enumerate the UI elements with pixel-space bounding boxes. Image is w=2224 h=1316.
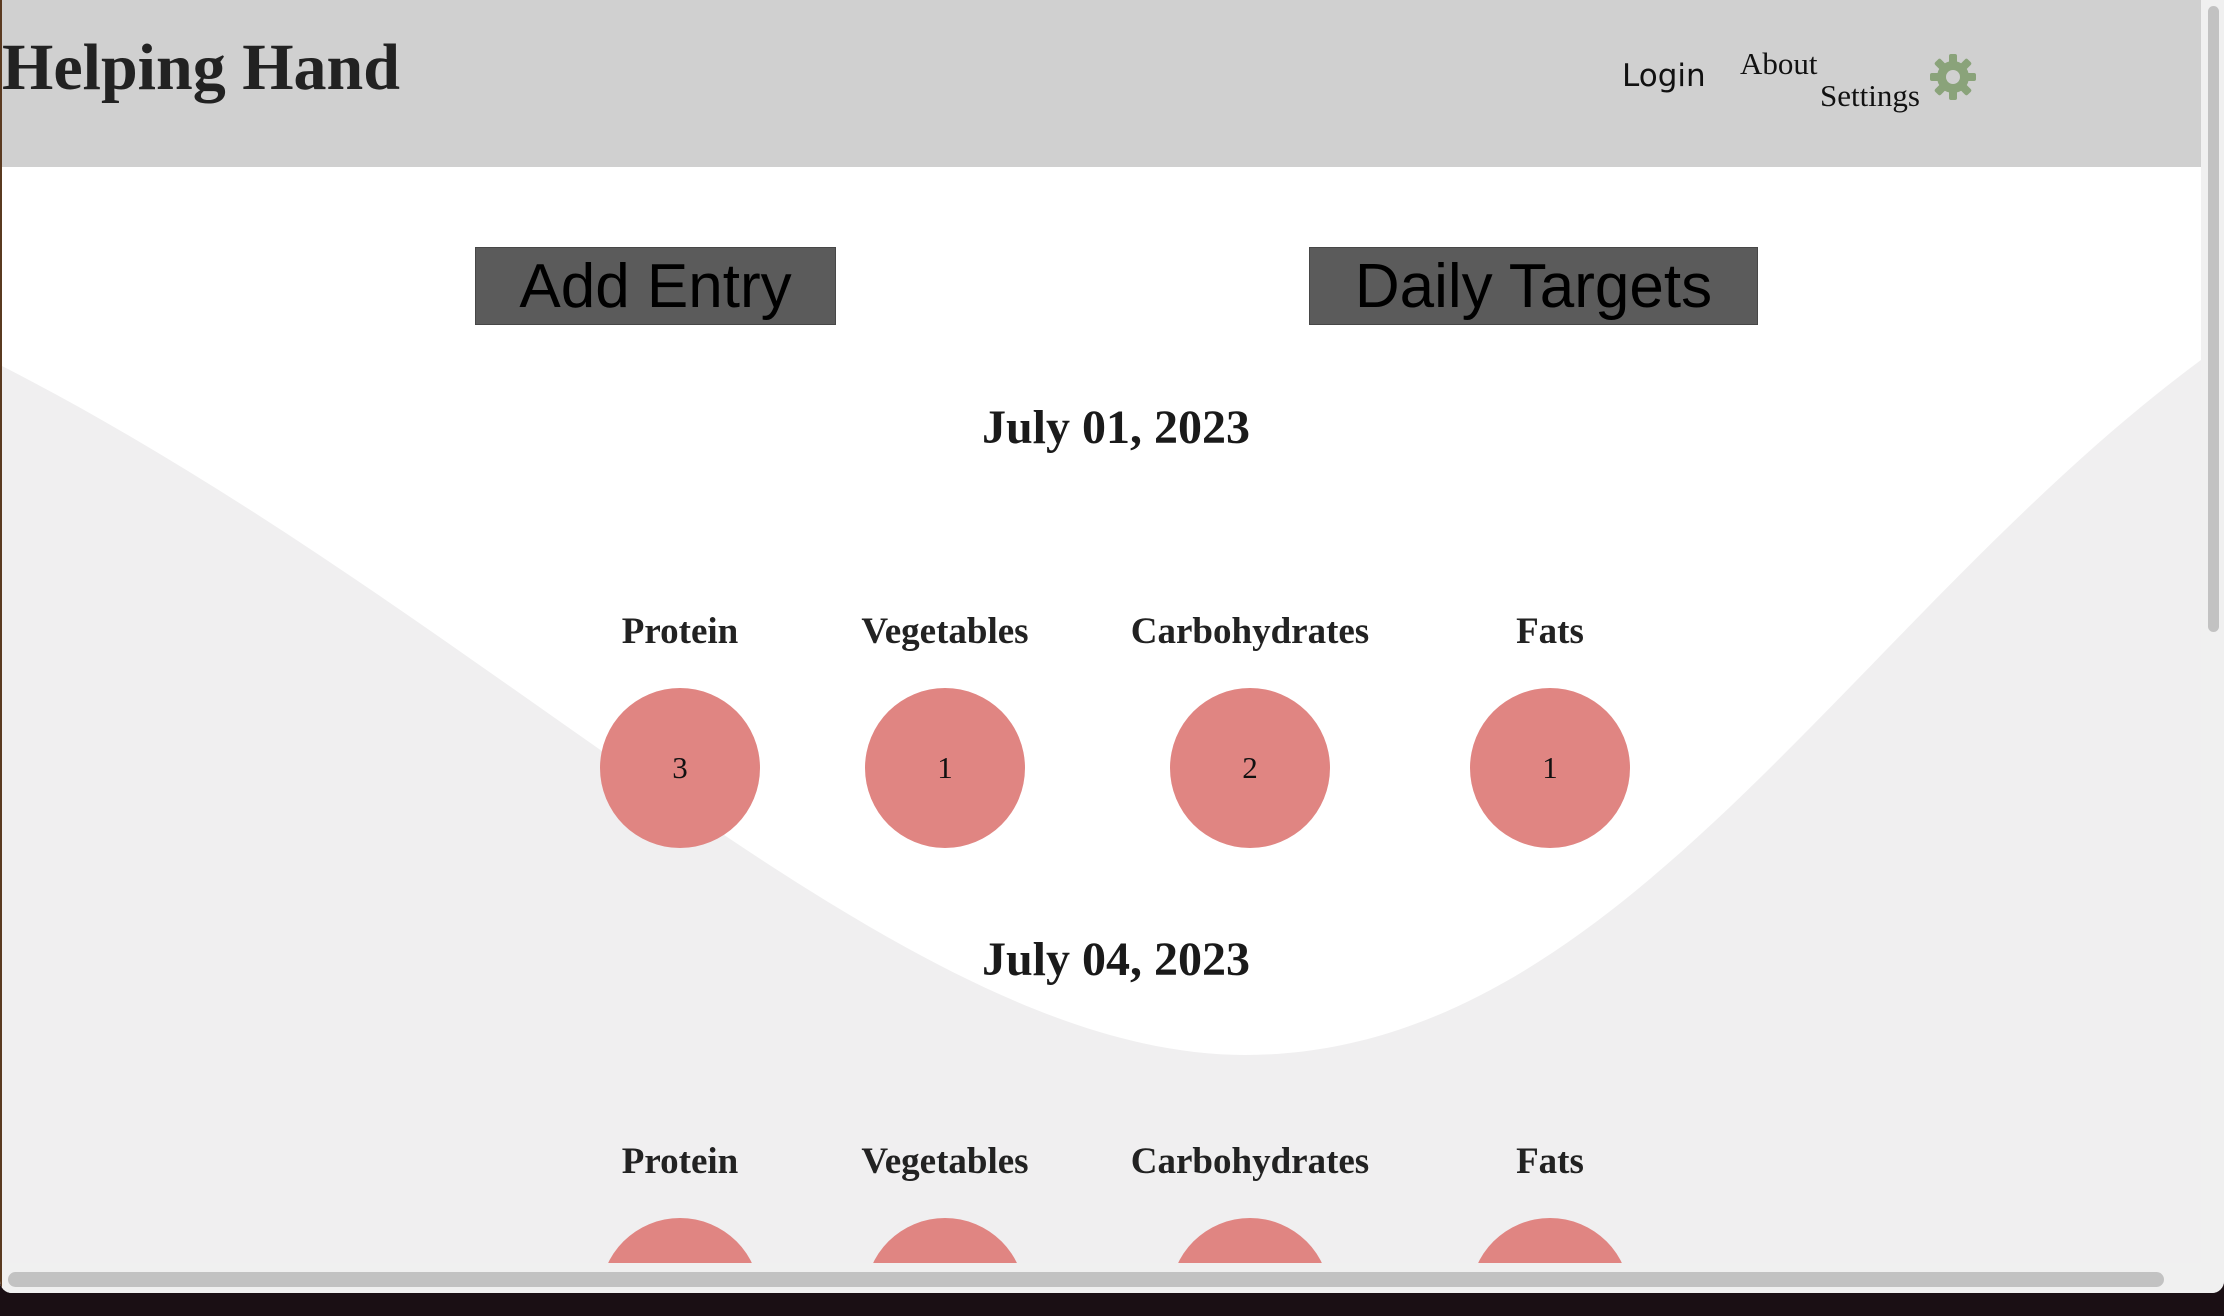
top-navbar: Helping Hand Login About Settings <box>0 0 2201 167</box>
food-group-label: Carbohydrates <box>1130 1141 1370 1182</box>
day-date: July 04, 2023 <box>981 933 1251 986</box>
serving-count-circle: 3 <box>600 688 760 848</box>
nav-settings-link[interactable]: Settings <box>1820 78 1920 114</box>
food-group-label: Protein <box>621 611 739 652</box>
serving-count-circle: 1 <box>865 688 1025 848</box>
serving-count-circle: 1 <box>1470 688 1630 848</box>
food-group-label: Carbohydrates <box>1130 611 1370 652</box>
vertical-scroll-thumb[interactable] <box>2208 6 2219 632</box>
food-group-label: Vegetables <box>861 611 1029 652</box>
app-title[interactable]: Helping Hand <box>2 30 400 106</box>
food-group-label: Vegetables <box>861 1141 1029 1182</box>
food-group-label: Protein <box>621 1141 739 1182</box>
add-entry-button[interactable]: Add Entry <box>475 247 836 325</box>
serving-count-circle: 2 <box>1170 688 1330 848</box>
gear-icon[interactable] <box>1928 52 1978 102</box>
window-edge <box>0 0 2 1293</box>
food-group-label: Fats <box>1516 1141 1584 1182</box>
horizontal-scroll-thumb[interactable] <box>8 1272 2164 1287</box>
daily-targets-button[interactable]: Daily Targets <box>1309 247 1758 325</box>
browser-viewport: Helping Hand Login About Settings Add En… <box>0 0 2224 1293</box>
day-date: July 01, 2023 <box>981 401 1251 454</box>
nav-about-link[interactable]: About <box>1740 46 1818 82</box>
food-group-label: Fats <box>1516 611 1584 652</box>
nav-login-link[interactable]: Login <box>1622 58 1706 94</box>
